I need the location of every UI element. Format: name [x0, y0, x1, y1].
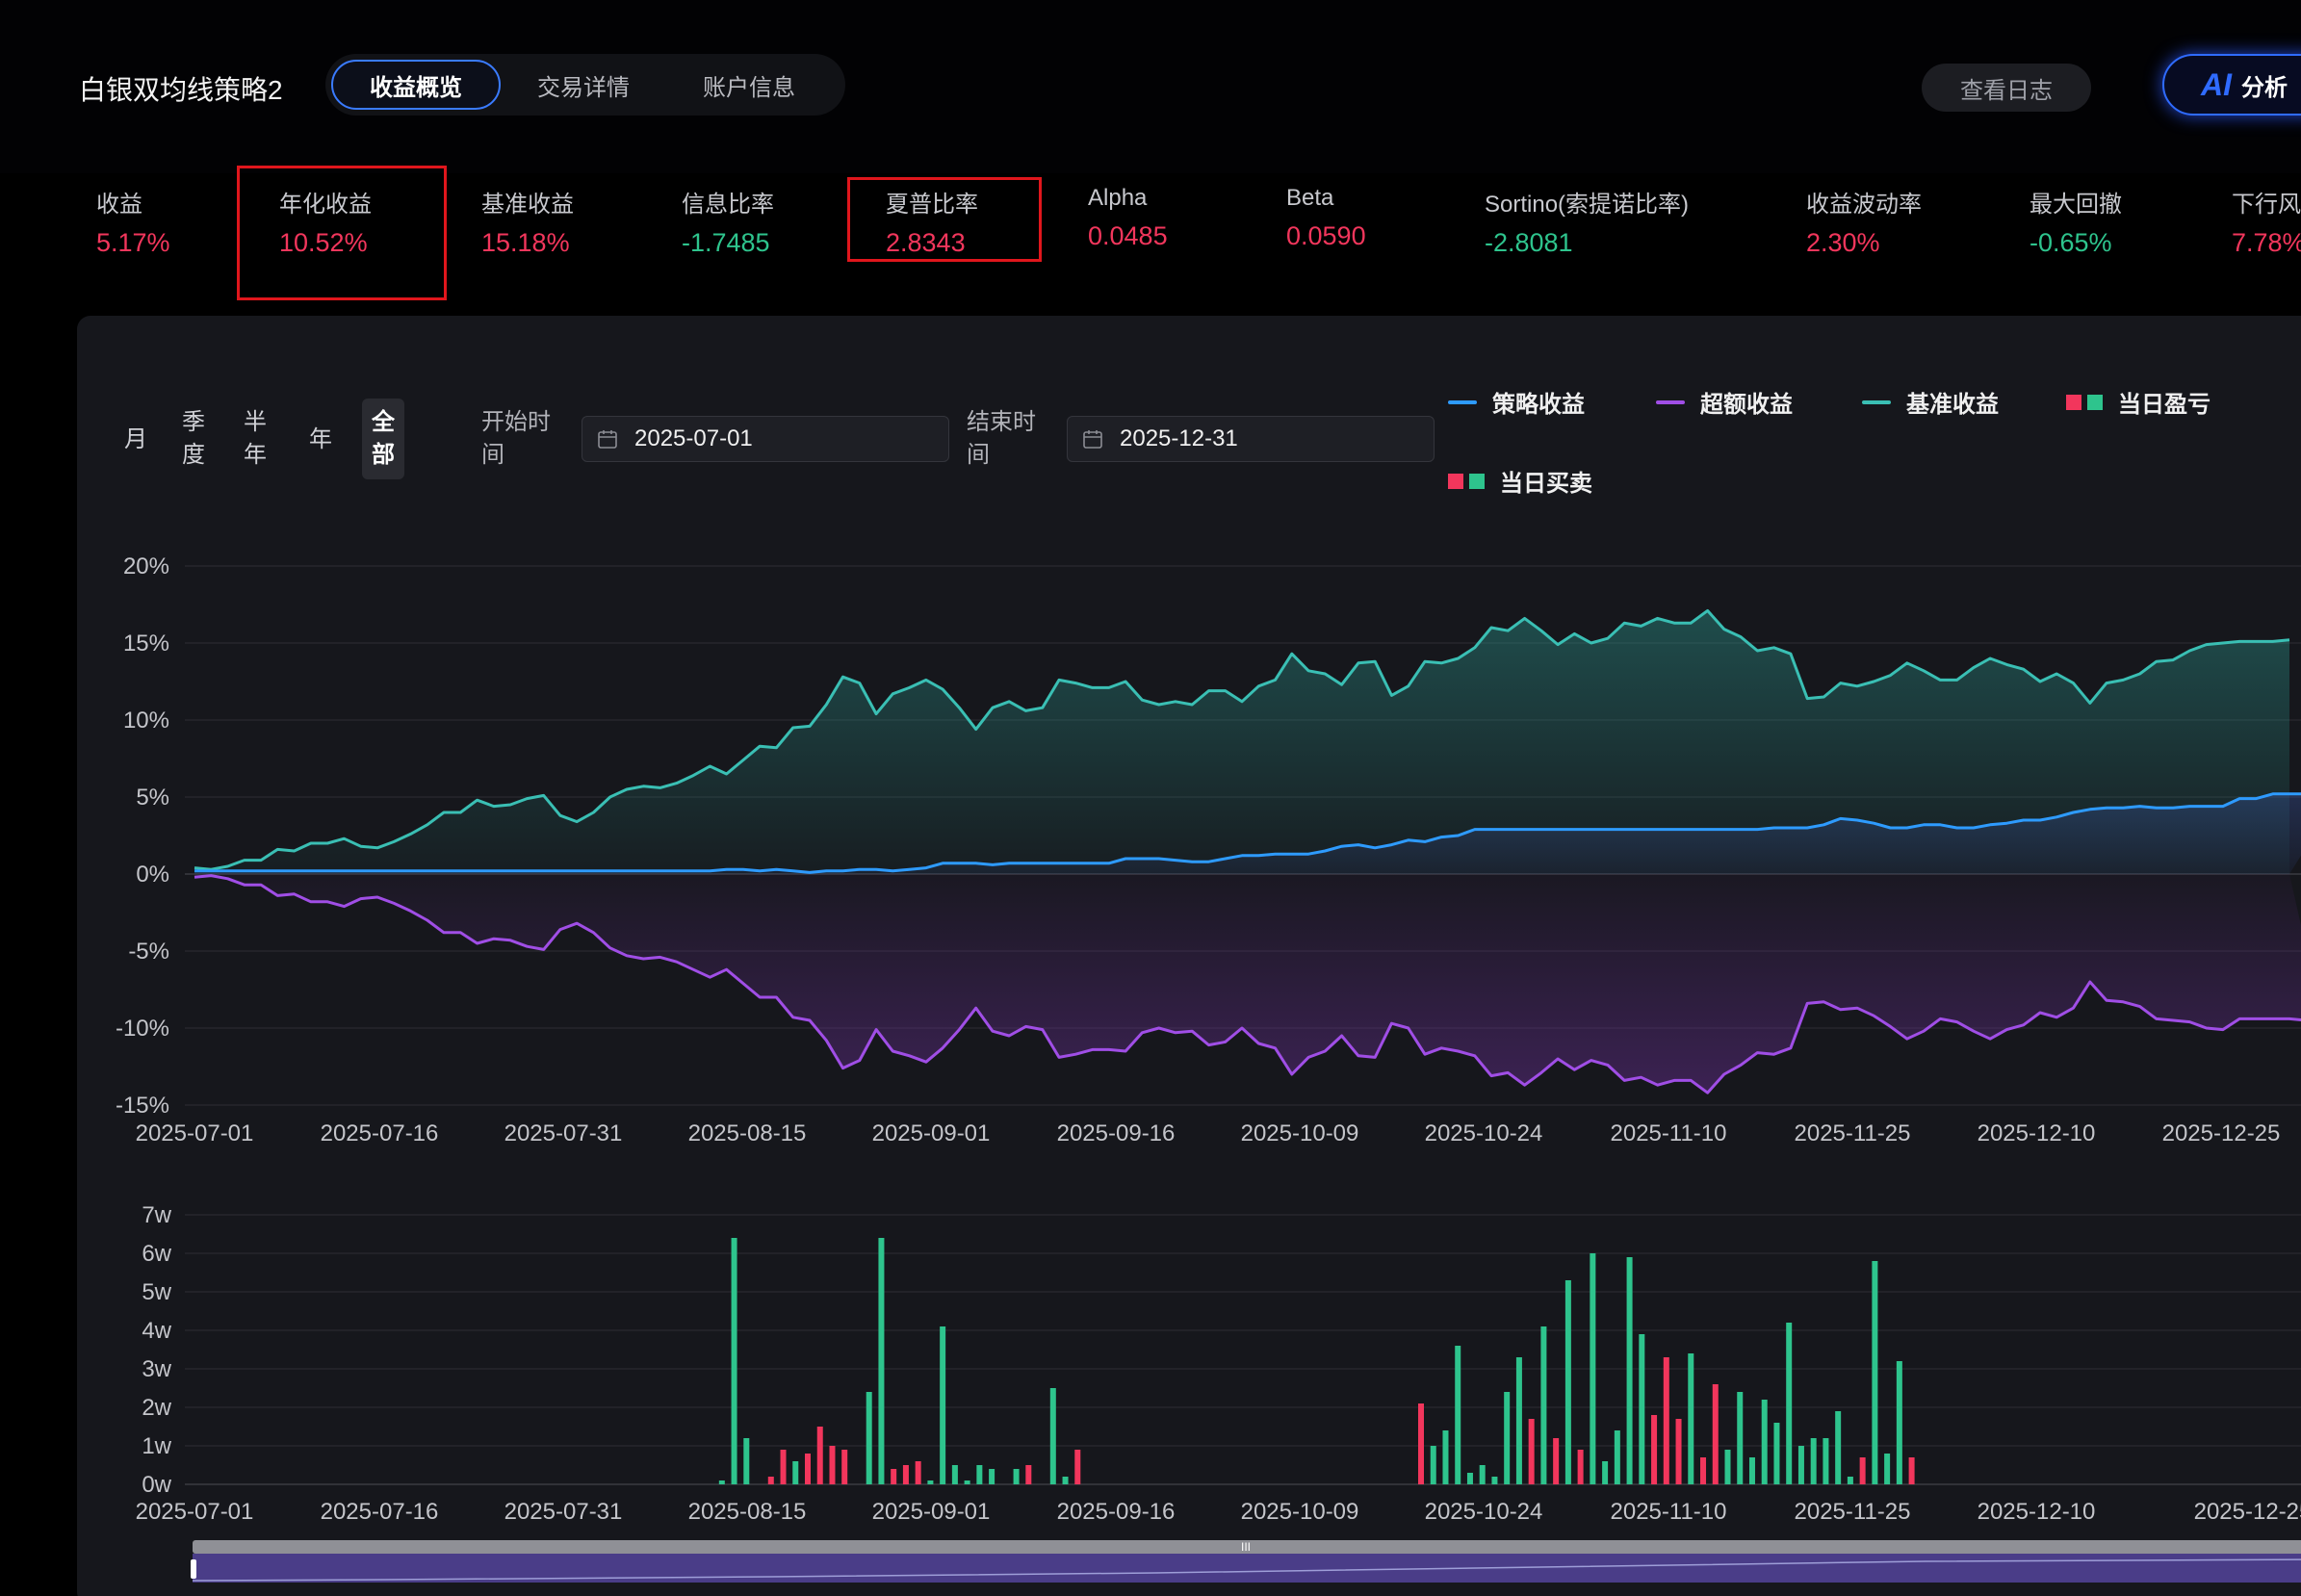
- legend-label: 基准收益: [1906, 392, 1999, 418]
- metric-return: 收益 5.17%: [96, 185, 170, 258]
- legend-excess[interactable]: 超额收益: [1656, 385, 1793, 419]
- legend-benchmark[interactable]: 基准收益: [1862, 385, 1999, 419]
- legend-daily-trade[interactable]: 当日买卖: [1448, 464, 1592, 498]
- metric-value: 15.18%: [481, 228, 570, 257]
- legend-swatch: [1469, 473, 1485, 489]
- metric-value: -1.7485: [682, 228, 770, 257]
- start-date-field[interactable]: [582, 416, 949, 462]
- range-year-button[interactable]: 年: [306, 424, 335, 456]
- ai-icon: AI: [2201, 66, 2232, 102]
- metric-alpha: Alpha 0.0485: [1088, 185, 1168, 251]
- view-tabs: 收益概览 交易详情 账户信息: [325, 54, 845, 116]
- metric-label: 最大回撤: [2030, 192, 2122, 218]
- ai-analysis-button[interactable]: AI 分析: [2162, 54, 2301, 116]
- legend-swatch: [1448, 473, 1463, 489]
- range-quarter-button[interactable]: 季度: [179, 406, 208, 472]
- metric-downside-risk: 下行风 7.78%: [2232, 185, 2301, 258]
- metric-label: Alpha: [1088, 185, 1148, 211]
- legend-daily-pnl[interactable]: 当日盈亏: [2066, 385, 2211, 419]
- legend-strategy[interactable]: 策略收益: [1448, 385, 1585, 419]
- range-all-button[interactable]: 全部: [362, 399, 404, 479]
- metric-benchmark-return: 基准收益 15.18%: [481, 185, 574, 258]
- legend-swatch: [1656, 399, 1685, 404]
- range-half-year-button[interactable]: 半年: [241, 406, 270, 472]
- calendar-icon: [1083, 430, 1102, 449]
- metric-value: -2.8081: [1485, 228, 1573, 257]
- metric-label: Sortino(索提诺比率): [1485, 192, 1690, 218]
- legend-label: 超额收益: [1700, 392, 1793, 418]
- metric-label: 收益: [96, 192, 142, 218]
- legend-swatch: [2087, 394, 2103, 410]
- metric-label: 基准收益: [481, 192, 574, 218]
- metric-sortino-ratio: Sortino(索提诺比率) -2.8081: [1485, 185, 1689, 258]
- legend-swatch: [1448, 399, 1477, 404]
- metric-value: 7.78%: [2232, 228, 2301, 257]
- metric-beta: Beta 0.0590: [1286, 185, 1366, 251]
- calendar-icon: [598, 430, 617, 449]
- view-log-button[interactable]: 查看日志: [1922, 64, 2091, 112]
- tab-overview[interactable]: 收益概览: [331, 60, 501, 110]
- legend-swatch: [2066, 394, 2081, 410]
- legend-swatch: [1862, 399, 1891, 404]
- start-date-input[interactable]: [634, 425, 827, 452]
- range-month-button[interactable]: 月: [121, 424, 150, 456]
- end-date-input[interactable]: [1120, 425, 1312, 452]
- ai-analysis-label: 分析: [2241, 74, 2288, 101]
- end-time-label: 结束时间: [967, 409, 1036, 468]
- tab-trade-details[interactable]: 交易详情: [501, 60, 666, 110]
- legend-label: 策略收益: [1492, 392, 1585, 418]
- metric-information-ratio: 信息比率 -1.7485: [682, 185, 774, 258]
- metric-max-drawdown: 最大回撤 -0.65%: [2030, 185, 2122, 258]
- tab-account-info[interactable]: 账户信息: [666, 60, 832, 110]
- metric-label: 下行风: [2232, 192, 2301, 218]
- metric-label: 信息比率: [682, 192, 774, 218]
- chart-panel: 月 季度 半年 年 全部 开始时间 结束时间 策略收益 超额收益 基准收益 当日…: [77, 316, 2301, 1596]
- metric-value: 5.17%: [96, 228, 170, 257]
- strategy-title: 白银双均线策略2: [79, 75, 283, 105]
- start-time-label: 开始时间: [481, 409, 551, 468]
- metric-value: 0.0485: [1088, 221, 1168, 250]
- annotation-box: [237, 166, 447, 300]
- metric-value: 0.0590: [1286, 221, 1366, 250]
- metric-volatility: 收益波动率 2.30%: [1806, 185, 1922, 258]
- legend-label: 当日买卖: [1500, 471, 1592, 497]
- legend-label: 当日盈亏: [2118, 392, 2211, 418]
- metric-value: 2.30%: [1806, 228, 1880, 257]
- top-bar: 白银双均线策略2 收益概览 交易详情 账户信息 查看日志 AI 分析: [0, 0, 2301, 173]
- metric-label: Beta: [1286, 185, 1334, 211]
- annotation-box: [847, 177, 1042, 262]
- end-date-field[interactable]: [1067, 416, 1435, 462]
- metric-value: -0.65%: [2030, 228, 2112, 257]
- metric-label: 收益波动率: [1806, 192, 1922, 218]
